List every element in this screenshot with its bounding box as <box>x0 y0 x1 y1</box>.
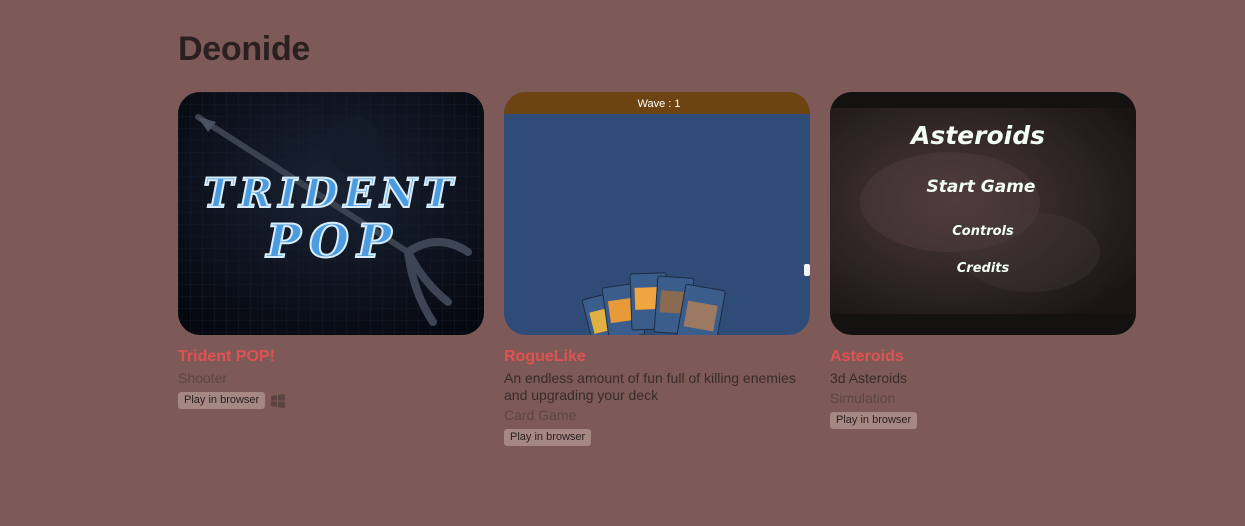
game-thumbnail-asteroids[interactable]: Asteroids Start Game Controls Credits <box>830 92 1136 335</box>
windows-icon <box>271 393 286 408</box>
trident-pop-cover-art: TRIDENT POP <box>178 92 484 335</box>
game-genre: Card Game <box>504 407 577 423</box>
game-description: 3d Asteroids <box>830 370 908 386</box>
roguelike-wave-label: Wave : 1 <box>638 98 681 110</box>
trident-pop-logo-line1: TRIDENT <box>203 170 458 217</box>
game-title-link[interactable]: Asteroids <box>830 347 1136 367</box>
game-thumbnail-roguelike[interactable]: Wave : 1 <box>504 92 810 335</box>
page-title: Deonide <box>178 30 311 68</box>
asteroids-menu-title: Asteroids <box>909 121 1045 150</box>
asteroids-menu-credits: Credits <box>957 261 1010 276</box>
play-in-browser-badge: Play in browser <box>178 392 266 409</box>
asteroids-menu-controls: Controls <box>952 224 1014 239</box>
game-list-page: Deonide TRIDENT POP Trident POP! Shooter… <box>0 0 1245 526</box>
trident-pop-logo-line2: POP <box>264 214 399 268</box>
asteroids-cover-art: Asteroids Start Game Controls Credits <box>830 92 1136 335</box>
game-grid: TRIDENT POP Trident POP! Shooter Play in… <box>178 92 1136 446</box>
asteroids-menu-start-game: Start Game <box>927 177 1036 197</box>
game-meta: Play in browser <box>504 429 810 446</box>
game-meta: Play in browser <box>830 412 1136 429</box>
play-in-browser-badge: Play in browser <box>504 429 592 446</box>
game-genre: Shooter <box>178 370 228 386</box>
game-title-link[interactable]: Trident POP! <box>178 347 484 367</box>
game-meta: Play in browser <box>178 392 484 409</box>
game-thumbnail-trident-pop[interactable]: TRIDENT POP <box>178 92 484 335</box>
game-card-roguelike: Wave : 1 RogueLike An endless amount of … <box>504 92 810 446</box>
game-card-asteroids: Asteroids Start Game Controls Credits As… <box>830 92 1136 446</box>
game-genre: Simulation <box>830 390 896 406</box>
play-in-browser-badge: Play in browser <box>830 412 918 429</box>
roguelike-cover-art: Wave : 1 <box>504 92 810 335</box>
game-description: An endless amount of fun full of killing… <box>504 370 796 403</box>
game-title-link[interactable]: RogueLike <box>504 347 810 367</box>
game-card-trident-pop: TRIDENT POP Trident POP! Shooter Play in… <box>178 92 484 446</box>
